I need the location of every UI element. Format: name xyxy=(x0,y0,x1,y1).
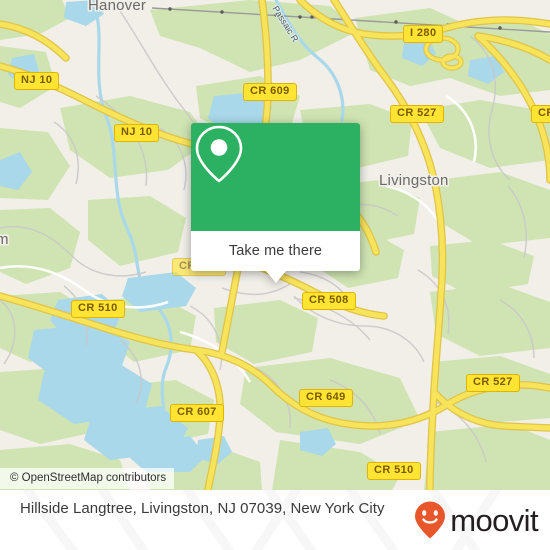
map-canvas[interactable]: Hanover Livingston m Passaic R NJ 10 NJ … xyxy=(0,0,550,490)
road-shield-nj10-west[interactable]: NJ 10 xyxy=(14,72,60,90)
moovit-wordmark: moovit xyxy=(450,502,538,538)
popup-pointer-tail xyxy=(265,271,286,283)
road-shield-cr527-north[interactable]: CR 527 xyxy=(390,105,444,123)
place-name-label: Hillside Langtree, Livingston, NJ 07039,… xyxy=(20,500,385,517)
road-shield-cr508[interactable]: CR 508 xyxy=(302,292,356,310)
take-me-there-button[interactable]: Take me there xyxy=(191,231,360,283)
road-shield-cr607[interactable]: CR 607 xyxy=(170,404,224,422)
take-me-there-label: Take me there xyxy=(228,243,323,259)
road-shield-cr-edge-right[interactable]: CR xyxy=(531,105,550,123)
moovit-smiley-pin-icon xyxy=(415,501,446,539)
road-shield-cr510-south[interactable]: CR 510 xyxy=(367,462,421,480)
map-pin-icon xyxy=(195,125,243,183)
location-popup-card[interactable]: Take me there xyxy=(191,123,360,283)
moovit-map-screen: Hanover Livingston m Passaic R NJ 10 NJ … xyxy=(0,0,550,550)
road-shield-cr510-west[interactable]: CR 510 xyxy=(71,300,125,318)
road-shield-i280[interactable]: I 280 xyxy=(403,25,444,43)
popup-image-area xyxy=(191,123,360,231)
moovit-logo[interactable]: moovit xyxy=(413,500,539,540)
road-shield-cr527-south[interactable]: CR 527 xyxy=(466,374,520,392)
road-shield-cr649[interactable]: CR 649 xyxy=(299,389,353,407)
road-shield-cr609-north[interactable]: CR 609 xyxy=(243,83,297,101)
osm-attribution[interactable]: © OpenStreetMap contributors xyxy=(0,468,175,489)
road-shield-nj10-south[interactable]: NJ 10 xyxy=(114,124,160,142)
